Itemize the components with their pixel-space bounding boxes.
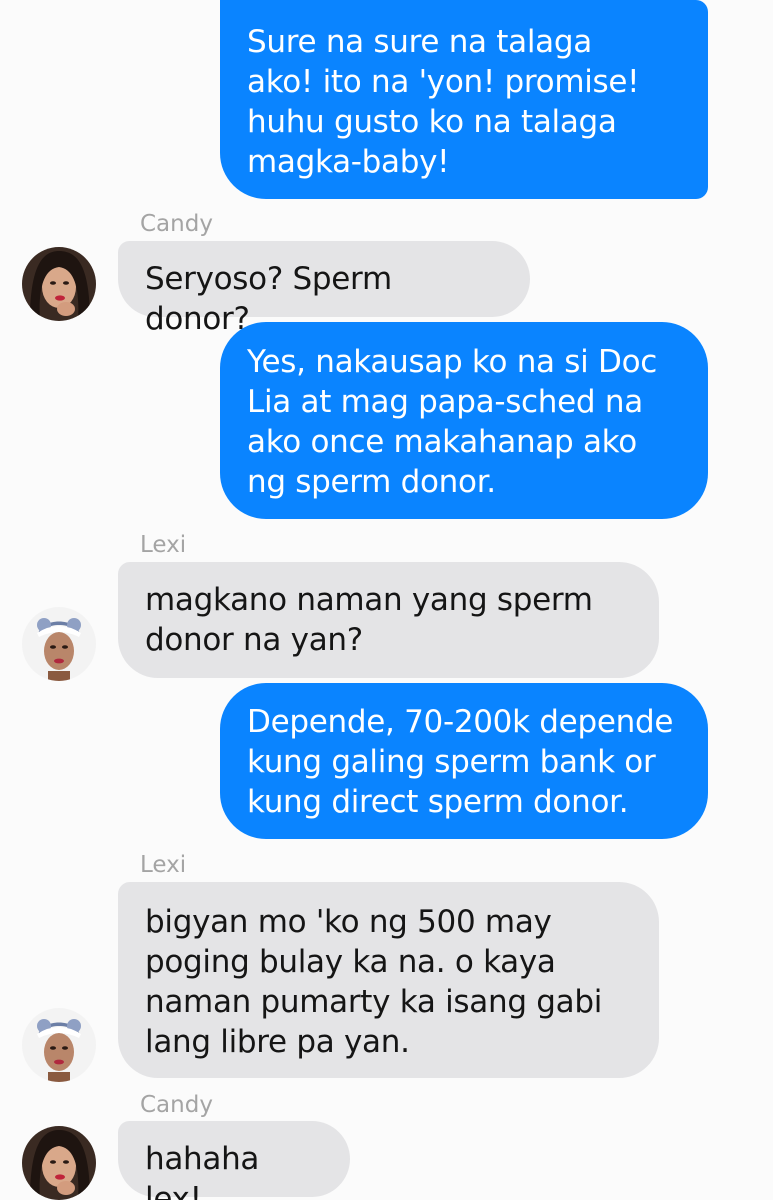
- sender-name: Lexi: [140, 852, 187, 878]
- sent-message[interactable]: Sure na sure na talaga ako! ito na 'yon!…: [220, 0, 708, 199]
- received-message[interactable]: magkano naman yang sperm donor na yan?: [118, 562, 659, 678]
- lexi-avatar[interactable]: [22, 1008, 96, 1082]
- received-message[interactable]: bigyan mo 'ko ng 500 may poging bulay ka…: [118, 882, 659, 1078]
- candy-avatar[interactable]: [22, 247, 96, 321]
- lexi-avatar[interactable]: [22, 607, 96, 681]
- received-message[interactable]: hahaha lex!: [118, 1121, 350, 1200]
- sender-name: Candy: [140, 1092, 213, 1118]
- received-message[interactable]: Seryoso? Sperm donor?: [118, 241, 530, 337]
- chat-thread[interactable]: Sure na sure na talaga ako! ito na 'yon!…: [0, 0, 773, 1200]
- sender-name: Candy: [140, 211, 213, 237]
- sent-message[interactable]: Depende, 70-200k depende kung galing spe…: [220, 683, 708, 839]
- sent-message[interactable]: Yes, nakausap ko na si Doc Lia at mag pa…: [220, 322, 708, 519]
- sender-name: Lexi: [140, 532, 187, 558]
- candy-avatar[interactable]: [22, 1126, 96, 1200]
